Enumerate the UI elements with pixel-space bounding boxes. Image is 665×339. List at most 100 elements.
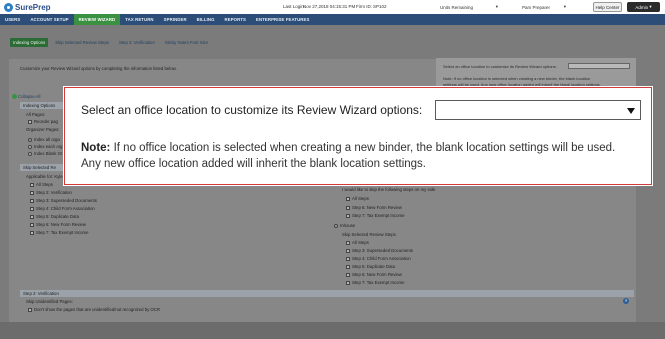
checkbox[interactable] [30,206,34,211]
index-blank-label: Index Blank Or [34,151,63,156]
skip-right-option[interactable]: All Steps [346,196,369,201]
applicable-for-label: Applicable for: Kyle [26,174,63,179]
checkbox[interactable] [30,198,34,203]
checkbox[interactable] [28,307,32,312]
skip-left-option[interactable]: All Steps [30,182,53,187]
dont-show-unidentified-option[interactable]: Don't show the pages that are unidentifi… [28,307,160,312]
radio[interactable] [334,223,338,228]
chevron-down-icon [627,108,635,114]
user-select[interactable]: Pam Preparer ▾ [520,3,568,11]
skip-selected-text: Skip Selected Review Steps [342,232,396,237]
help-center-button[interactable]: Help Center [593,2,622,12]
skip-left-option[interactable]: Step 2: Verification [30,190,72,195]
skip-right-option[interactable]: Step 5: Duplicate Data [346,264,395,269]
tab-sticky-notes-font-size[interactable]: Sticky Notes Font Size [162,38,211,47]
organizer-pages-text: Organizer Pages: [26,127,60,132]
intro-text: Customize your Review Wizard options by … [20,66,177,71]
checkbox[interactable] [28,119,32,124]
index-each-organizer-option[interactable]: Index each org [28,144,62,149]
units-remaining-label: Units Remaining [440,4,474,10]
option-label: Step 4: Child Form Association [36,206,95,211]
inhouse-option[interactable]: Inhouse [334,223,355,228]
checkbox[interactable] [346,196,350,201]
index-blank-organizer-option[interactable]: Index Blank Or [28,151,62,156]
nav-enterprise-features[interactable]: ENTERPRISE FEATURES [251,14,314,25]
skip-right-option[interactable]: Step 3: Superseded Documents [346,248,413,253]
last-login-value: Nov 27,2018 04:15:31 PM [303,4,356,9]
checkbox[interactable] [346,213,350,218]
skip-right-option[interactable]: Step 4: Child Form Association [346,256,411,261]
radio[interactable] [28,151,32,156]
last-login-label: Last Login: [283,4,306,9]
option-label: Step 7: Tax Exempt Income [36,230,89,235]
note-text: If no office location is selected when c… [81,142,616,170]
checkbox[interactable] [346,280,350,285]
office-location-select-bg[interactable] [568,63,630,69]
nav-sprinder[interactable]: SPRINDER [159,14,192,25]
checkbox[interactable] [346,240,350,245]
skip-right-option[interactable]: Step 7: Tax Exempt Income [346,213,404,218]
option-label: Step 5: Duplicate Data [36,214,79,219]
radio[interactable] [28,144,32,149]
main-nav: USERS ACCOUNT SETUP REVIEW WIZARD TAX RE… [0,14,665,25]
skip-left-option[interactable]: Step 6: New Form Review [30,222,86,227]
checkbox[interactable] [30,190,34,195]
tab-skip-selected-review-steps[interactable]: Skip Selected Review Steps [52,38,112,47]
option-label: Step 3: Superseded Documents [352,248,413,253]
user-name: Pam Preparer [522,4,551,10]
skip-right-option[interactable]: All Steps [346,240,369,245]
reorder-pages-option[interactable]: Reorder pag [28,119,58,124]
nav-review-wizard[interactable]: REVIEW WIZARD [73,14,121,25]
option-label: Step 3: Superseded Documents [36,198,97,203]
index-all-organizer-option[interactable]: Index all orga [28,137,60,142]
option-label: All Steps [36,182,53,187]
verification-header[interactable]: Step 2: Verification [20,290,634,297]
checkbox[interactable] [346,272,350,277]
checkbox[interactable] [30,214,34,219]
skip-right-intro-text: I would like to skip the following steps… [342,187,436,192]
skip-left-option[interactable]: Step 7: Tax Exempt Income [30,230,88,235]
indexing-options-header[interactable]: Indexing Options [20,102,66,109]
skip-left-option[interactable]: Step 3: Superseded Documents [30,198,97,203]
skip-right-option[interactable]: Step 6: New Form Review [346,205,402,210]
option-label: Step 5: Duplicate Data [352,264,395,269]
option-label: Step 7: Tax Exempt Income [352,213,405,218]
skip-right-option[interactable]: Step 6: New Form Review [346,272,402,277]
skip-left-option[interactable]: Step 4: Child Form Association [30,206,95,211]
checkbox[interactable] [346,264,350,269]
skip-right-intro: I would like to skip the following steps… [342,187,435,192]
radio[interactable] [28,137,32,142]
chevron-down-icon: ▾ [563,4,566,9]
checkbox[interactable] [30,230,34,235]
nav-tax-return[interactable]: TAX RETURN [120,14,158,25]
admin-label: Admin [635,4,649,10]
office-location-select[interactable] [435,100,641,120]
checkbox[interactable] [30,222,34,227]
sub-tabs: Indexing Options Skip Selected Review St… [10,38,211,47]
tab-indexing-options[interactable]: Indexing Options [10,38,49,47]
checkbox[interactable] [30,182,34,187]
option-label: All Steps [352,196,369,201]
checkbox[interactable] [346,205,350,210]
skip-unidentified-label: Skip Unidentified Pages: [26,299,73,304]
collapse-all-link[interactable]: Collapse All [12,94,40,99]
skip-unidentified-text: Skip Unidentified Pages: [26,299,73,304]
nav-account-setup[interactable]: ACCOUNT SETUP [25,14,73,25]
option-label: Step 6: New Form Review [352,272,402,277]
help-icon[interactable]: ? [623,298,629,304]
skip-right-option[interactable]: Step 7: Tax Exempt Income [346,280,404,285]
skip-left-option[interactable]: Step 5: Duplicate Data [30,214,79,219]
note-label: Note: [81,142,111,154]
tab-step-2-verification[interactable]: Step 2: Verification [116,38,158,47]
checkbox[interactable] [346,256,350,261]
admin-button[interactable]: Admin ▾ [627,2,660,12]
nav-users[interactable]: USERS [0,14,25,25]
units-remaining-select[interactable]: Units Remaining ▾ [438,3,500,11]
organizer-pages-label: Organizer Pages: [26,127,59,132]
checkbox[interactable] [346,248,350,253]
nav-billing[interactable]: BILLING [192,14,220,25]
collapse-icon [12,94,17,99]
office-location-callout: Select an office location to customize i… [64,87,652,185]
nav-reports[interactable]: REPORTS [220,14,251,25]
option-label: Step 2: Verification [36,190,72,195]
